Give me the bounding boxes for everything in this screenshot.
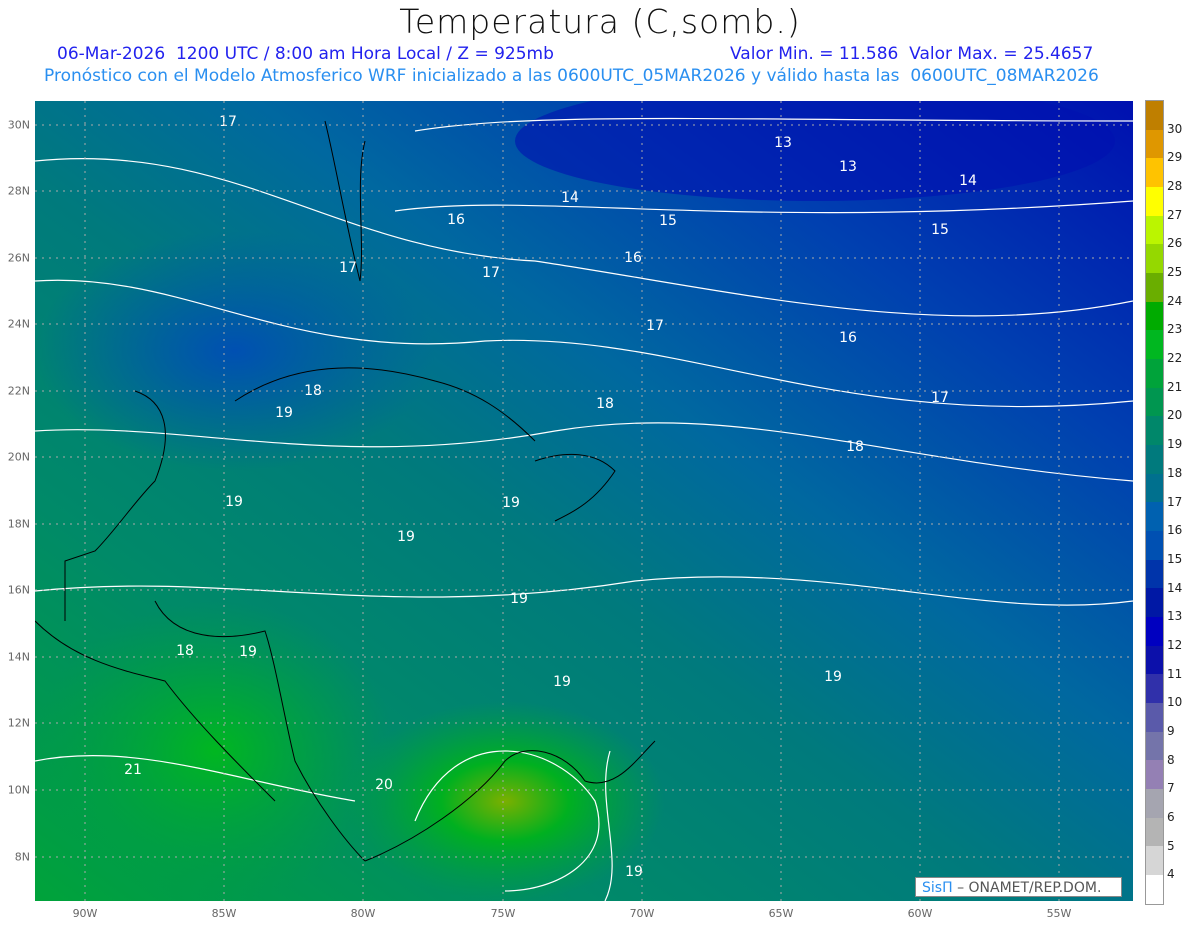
- colorbar-swatch: [1146, 387, 1163, 417]
- colorbar-label: 7: [1167, 781, 1175, 796]
- colorbar-swatch: [1146, 129, 1163, 159]
- credit-box: SisΠ – ONAMET/REP.DOM.: [915, 877, 1122, 897]
- colorbar-label: 30: [1167, 121, 1183, 136]
- lat-label: 24N: [7, 317, 30, 331]
- lat-label: 26N: [7, 251, 30, 265]
- colorbar-label: 24: [1167, 293, 1183, 308]
- colorbar-label: 13: [1167, 609, 1183, 624]
- colorbar-swatch: [1146, 473, 1163, 503]
- model-info: Pronóstico con el Modelo Atmosferico WRF…: [44, 66, 1099, 86]
- colorbar-swatch: [1146, 846, 1163, 876]
- lat-label: 10N: [7, 783, 30, 797]
- colorbar-label: 8: [1167, 752, 1175, 767]
- colorbar-label: 20: [1167, 408, 1183, 423]
- colorbar-swatch: [1146, 789, 1163, 818]
- colorbar-swatch: [1146, 244, 1163, 274]
- colorbar-label: 28: [1167, 179, 1183, 194]
- min-max-values: Valor Min. = 11.586 Valor Max. = 25.4657: [730, 44, 1094, 64]
- colorbar-swatch: [1146, 875, 1163, 904]
- colorbar-swatch: [1146, 359, 1163, 388]
- lat-label: 28N: [7, 184, 30, 198]
- colorbar-label: 12: [1167, 637, 1183, 652]
- colorbar-swatch: [1146, 187, 1163, 216]
- lon-label: 90W: [72, 907, 98, 920]
- map-title: Temperatura (C,somb.): [399, 2, 801, 41]
- colorbar-swatch: [1146, 817, 1163, 847]
- lon-label: 65W: [768, 907, 794, 920]
- colorbar-label: 22: [1167, 351, 1183, 366]
- colorbar-label: 16: [1167, 523, 1183, 538]
- colorbar-swatch: [1146, 301, 1163, 331]
- colorbar-swatch: [1146, 645, 1163, 675]
- colorbar: [1145, 100, 1164, 905]
- colorbar-label: 6: [1167, 809, 1175, 824]
- colorbar-swatch: [1146, 674, 1163, 704]
- colorbar-label: 4: [1167, 867, 1175, 882]
- colorbar-swatch: [1146, 273, 1163, 302]
- lon-label: 85W: [211, 907, 237, 920]
- colorbar-swatch: [1146, 731, 1163, 761]
- colorbar-swatch: [1146, 531, 1163, 560]
- colorbar-swatch: [1146, 158, 1163, 188]
- lat-label: 20N: [7, 450, 30, 464]
- colorbar-swatch: [1146, 559, 1163, 589]
- lat-label: 12N: [7, 716, 30, 730]
- colorbar-label: 21: [1167, 379, 1183, 394]
- credit-text: – ONAMET/REP.DOM.: [957, 880, 1102, 896]
- colorbar-label: 27: [1167, 207, 1183, 222]
- lon-label: 75W: [490, 907, 516, 920]
- colorbar-label: 15: [1167, 551, 1183, 566]
- lat-label: 30N: [7, 118, 30, 132]
- colorbar-swatch: [1146, 760, 1163, 790]
- colorbar-swatch: [1146, 502, 1163, 532]
- colorbar-label: 23: [1167, 322, 1183, 337]
- temperature-map: 17 13 13 14 14 16 15 15 16 17 17 17 16 1…: [35, 101, 1133, 901]
- lat-label: 22N: [7, 384, 30, 398]
- colorbar-label: 9: [1167, 723, 1175, 738]
- colorbar-label: 18: [1167, 465, 1183, 480]
- colorbar-label: 14: [1167, 580, 1183, 595]
- colorbar-label: 10: [1167, 695, 1183, 710]
- colorbar-swatch: [1146, 617, 1163, 646]
- lon-label: 80W: [350, 907, 376, 920]
- lat-label: 16N: [7, 583, 30, 597]
- colorbar-label: 19: [1167, 437, 1183, 452]
- lon-label: 60W: [907, 907, 933, 920]
- graticule: [35, 101, 1133, 901]
- lat-label: 8N: [14, 850, 30, 864]
- sispi-logo: SisΠ: [922, 880, 953, 896]
- colorbar-label: 5: [1167, 838, 1175, 853]
- lat-label: 18N: [7, 517, 30, 531]
- colorbar-label: 25: [1167, 265, 1183, 280]
- colorbar-swatch: [1146, 588, 1163, 618]
- colorbar-swatch: [1146, 330, 1163, 360]
- lat-label: 14N: [7, 650, 30, 664]
- valid-time: 06-Mar-2026 1200 UTC / 8:00 am Hora Loca…: [57, 44, 554, 64]
- colorbar-label: 29: [1167, 150, 1183, 165]
- colorbar-swatch: [1146, 416, 1163, 446]
- colorbar-label: 17: [1167, 494, 1183, 509]
- colorbar-swatch: [1146, 445, 1163, 474]
- colorbar-label: 11: [1167, 666, 1183, 681]
- lon-label: 55W: [1046, 907, 1072, 920]
- colorbar-label: 26: [1167, 236, 1183, 251]
- colorbar-swatch: [1146, 703, 1163, 732]
- colorbar-swatch: [1146, 101, 1163, 130]
- lon-label: 70W: [629, 907, 655, 920]
- colorbar-swatch: [1146, 215, 1163, 245]
